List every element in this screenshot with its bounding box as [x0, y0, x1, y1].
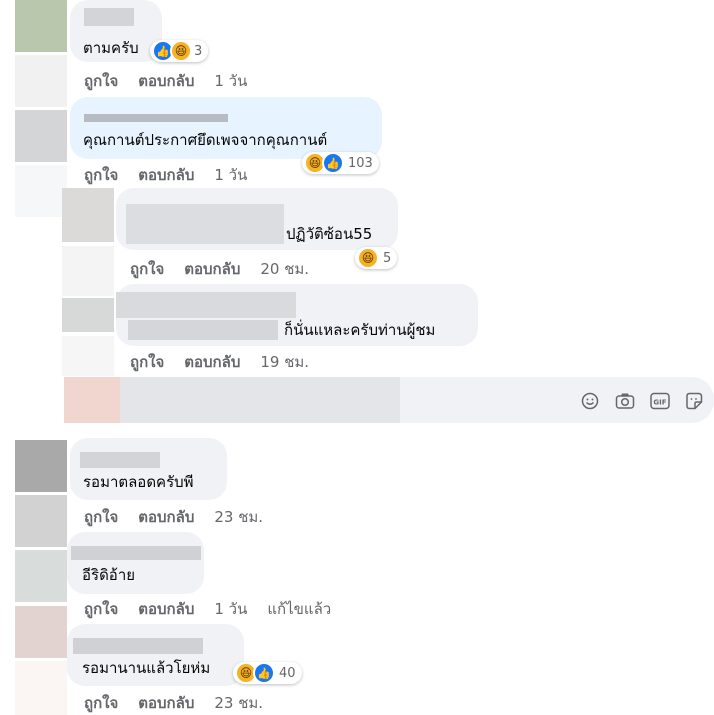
reply-avatar[interactable] [62, 298, 114, 332]
comment-bubble: คุณกานต์ประกาศยึดเพจจากคุณกานต์ [70, 97, 382, 159]
comment-text: ตามครับ [83, 39, 139, 57]
author-name-redacted[interactable] [73, 638, 203, 654]
reply-button[interactable]: ตอบกลับ [138, 163, 194, 187]
timestamp[interactable]: 1 วัน [214, 69, 247, 93]
timestamp[interactable]: 1 วัน [214, 597, 247, 621]
gif-icon[interactable]: GIF [650, 392, 670, 410]
reaction-count[interactable]: 😆 👍 103 [302, 152, 379, 174]
camera-icon[interactable] [615, 392, 635, 410]
sticker-icon[interactable] [685, 392, 703, 410]
reply-bubble: ก็นั่นแหละครับท่านผู้ชม [116, 284, 478, 346]
comment-actions: ถูกใจ ตอบกลับ 23 ชม. [84, 507, 283, 527]
avatar[interactable] [15, 0, 67, 52]
like-reaction-icon: 👍 [253, 662, 275, 684]
author-name-redacted [128, 320, 278, 340]
avatar-placeholder [62, 336, 114, 376]
composer-avatar [64, 377, 120, 423]
reply-button[interactable]: ตอบกลับ [184, 350, 240, 374]
haha-reaction-icon: 😆 [357, 247, 379, 269]
reaction-count[interactable]: 😆 👍 40 [233, 662, 302, 684]
reply-bubble: ปฏิวัติซ้อน55 [116, 188, 398, 250]
like-button[interactable]: ถูกใจ [84, 505, 118, 529]
avatar-placeholder [15, 55, 67, 107]
reaction-count[interactable]: 😆 5 [355, 247, 398, 269]
like-button[interactable]: ถูกใจ [130, 350, 164, 374]
reply-button[interactable]: ตอบกลับ [138, 597, 194, 621]
haha-reaction-icon: 😆 [170, 40, 192, 62]
avatar-placeholder [15, 661, 67, 715]
comment-text: ก็นั่นแหละครับท่านผู้ชม [284, 321, 436, 339]
author-name-redacted[interactable] [116, 292, 296, 318]
comment-text: รอมาตลอดครับพี [83, 473, 194, 491]
avatar-placeholder [62, 246, 114, 296]
timestamp[interactable]: 20 ชม. [260, 257, 309, 281]
like-button[interactable]: ถูกใจ [130, 257, 164, 281]
avatar[interactable] [15, 440, 67, 492]
avatar[interactable] [15, 550, 67, 602]
comment-bubble: รอมานานแล้วโยห่ม [67, 624, 244, 686]
like-button[interactable]: ถูกใจ [84, 163, 118, 187]
like-reaction-icon: 👍 [322, 152, 344, 174]
comment-text: ปฏิวัติซ้อน55 [286, 225, 373, 243]
reply-button[interactable]: ตอบกลับ [138, 69, 194, 93]
comment-bubble: อีริดิอ้าย [67, 532, 204, 594]
author-name-redacted[interactable] [80, 452, 160, 468]
author-name-redacted[interactable] [126, 204, 284, 244]
avatar[interactable] [15, 110, 67, 162]
timestamp[interactable]: 19 ชม. [260, 350, 309, 374]
svg-text:GIF: GIF [653, 399, 666, 407]
comment-text: รอมานานแล้วโยห่ม [82, 659, 211, 677]
emoji-icon[interactable] [581, 392, 599, 410]
comment-actions: ถูกใจ ตอบกลับ 1 วัน [84, 71, 267, 91]
timestamp[interactable]: 23 ชม. [214, 691, 263, 715]
like-button[interactable]: ถูกใจ [84, 69, 118, 93]
comment-actions: ถูกใจ ตอบกลับ 23 ชม. [84, 693, 283, 713]
author-name-redacted[interactable] [71, 546, 201, 560]
comment-bubble: รอมาตลอดครับพี [70, 438, 227, 500]
reply-button[interactable]: ตอบกลับ [138, 691, 194, 715]
edited-label: แก้ไขแล้ว [267, 600, 332, 618]
like-button[interactable]: ถูกใจ [84, 597, 118, 621]
comment-actions: ถูกใจ ตอบกลับ 19 ชม. [130, 352, 329, 372]
comment-actions: ถูกใจ ตอบกลับ 1 วัน [84, 165, 267, 185]
comment-text: คุณกานต์ประกาศยึดเพจจากคุณกานต์ [83, 131, 328, 149]
timestamp[interactable]: 23 ชม. [214, 505, 263, 529]
reply-avatar[interactable] [62, 188, 114, 242]
avatar[interactable] [15, 606, 67, 658]
reply-button[interactable]: ตอบกลับ [184, 257, 240, 281]
author-name-redacted[interactable] [84, 114, 228, 122]
composer-redacted-area [120, 377, 400, 423]
comment-actions: ถูกใจ ตอบกลับ 1 วัน แก้ไขแล้ว [84, 599, 351, 619]
avatar-placeholder [15, 495, 67, 547]
comment-bubble: ตามครับ [70, 0, 162, 62]
like-button[interactable]: ถูกใจ [84, 691, 118, 715]
reply-button[interactable]: ตอบกลับ [138, 505, 194, 529]
reaction-count[interactable]: 👍 😆 3 [150, 40, 209, 62]
avatar-placeholder [15, 165, 67, 217]
timestamp[interactable]: 1 วัน [214, 163, 247, 187]
author-name-redacted[interactable] [84, 8, 134, 26]
comment-actions: ถูกใจ ตอบกลับ 20 ชม. [130, 259, 329, 279]
comment-text: อีริดิอ้าย [82, 566, 136, 584]
